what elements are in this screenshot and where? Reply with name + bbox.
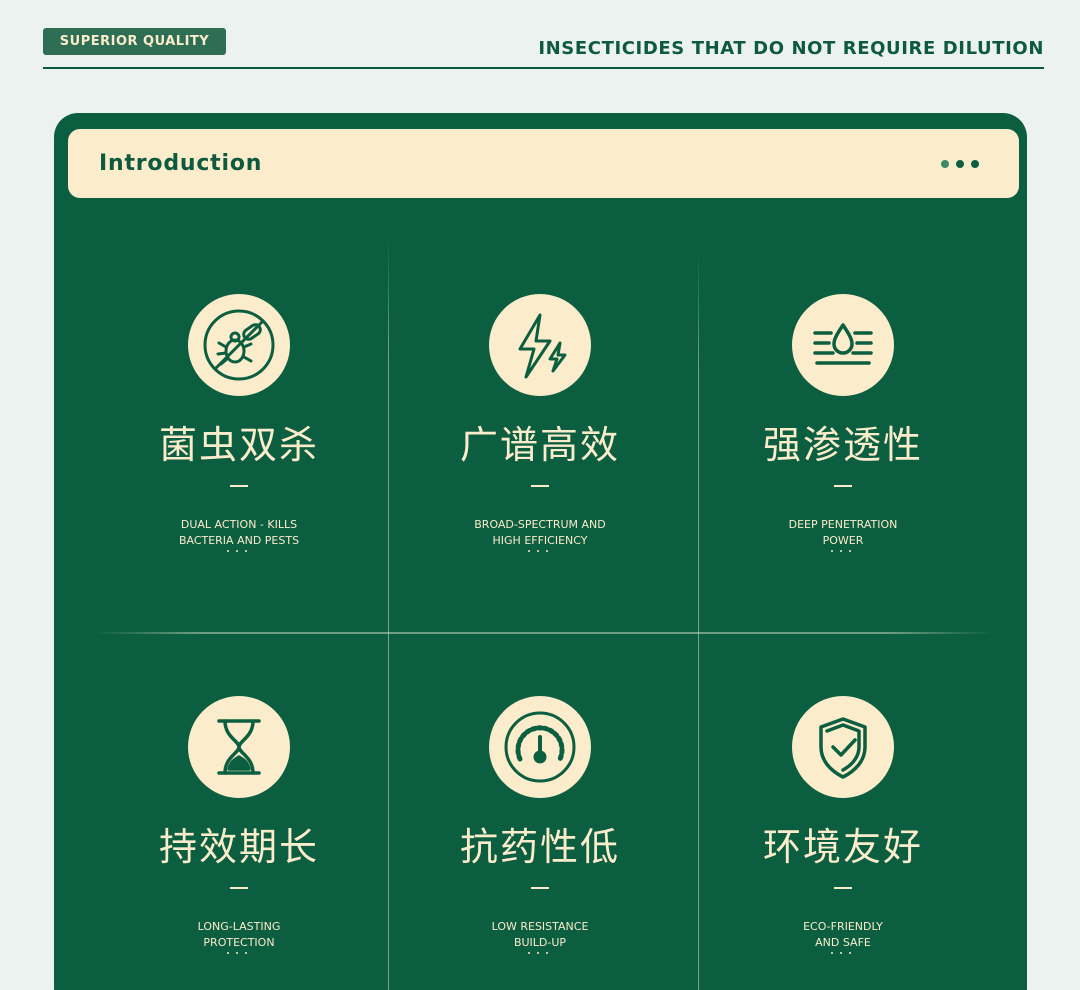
feature-title: 菌虫双杀: [158, 423, 319, 467]
feature-description: BROAD-SPECTRUM AND HIGH EFFICIENCY: [474, 518, 606, 547]
feature-title: 强渗透性: [762, 423, 923, 467]
hourglass-icon: [188, 696, 290, 798]
feature-title: 环境友好: [762, 825, 923, 869]
lightning-icon: [489, 294, 591, 396]
feature-card: 环境友好 ECO-FRIENDLY AND SAFE: [693, 696, 993, 990]
feature-card: 持效期长 LONG-LASTING PROTECTION: [89, 696, 389, 990]
features-panel: Introduction 菌虫双杀 DUAL ACTION - KILLS BAC…: [54, 113, 1027, 990]
intro-bar: Introduction: [68, 129, 1019, 198]
intro-title: Introduction: [99, 151, 263, 176]
decorative-dots: [227, 550, 247, 552]
decorative-dots: [528, 550, 548, 552]
superior-quality-badge: SUPERIOR QUALITY: [43, 28, 226, 55]
no-bug-icon: [188, 294, 290, 396]
divider-dash: [834, 887, 852, 889]
penetration-drop-icon: [792, 294, 894, 396]
feature-title: 广谱高效: [459, 423, 620, 467]
divider-dash: [834, 485, 852, 487]
header-divider: [43, 67, 1044, 69]
page-title: INSECTICIDES THAT DO NOT REQUIRE DILUTIO…: [538, 38, 1044, 59]
decorative-dots: [831, 550, 851, 552]
gauge-icon: [489, 696, 591, 798]
feature-description: DUAL ACTION - KILLS BACTERIA AND PESTS: [178, 518, 300, 547]
feature-card: 抗药性低 LOW RESISTANCE BUILD-UP: [390, 696, 690, 990]
feature-title: 持效期长: [158, 825, 319, 869]
decorative-dots: [528, 952, 548, 954]
divider-dash: [230, 887, 248, 889]
grid-divider: [94, 632, 994, 634]
decorative-dots: [831, 952, 851, 954]
feature-description: DEEP PENETRATION POWER: [788, 518, 898, 547]
feature-card: 强渗透性 DEEP PENETRATION POWER: [693, 294, 993, 624]
more-dots-icon: [941, 159, 979, 168]
feature-title: 抗药性低: [459, 825, 620, 869]
divider-dash: [531, 485, 549, 487]
divider-dash: [531, 887, 549, 889]
feature-description: ECO-FRIENDLY AND SAFE: [803, 920, 883, 949]
shield-check-icon: [792, 696, 894, 798]
feature-card: 菌虫双杀 DUAL ACTION - KILLS BACTERIA AND PES…: [89, 294, 389, 624]
decorative-dots: [227, 952, 247, 954]
feature-description: LOW RESISTANCE BUILD-UP: [491, 920, 589, 949]
divider-dash: [230, 485, 248, 487]
feature-description: LONG-LASTING PROTECTION: [197, 920, 281, 949]
feature-card: 广谱高效 BROAD-SPECTRUM AND HIGH EFFICIENCY: [390, 294, 690, 624]
